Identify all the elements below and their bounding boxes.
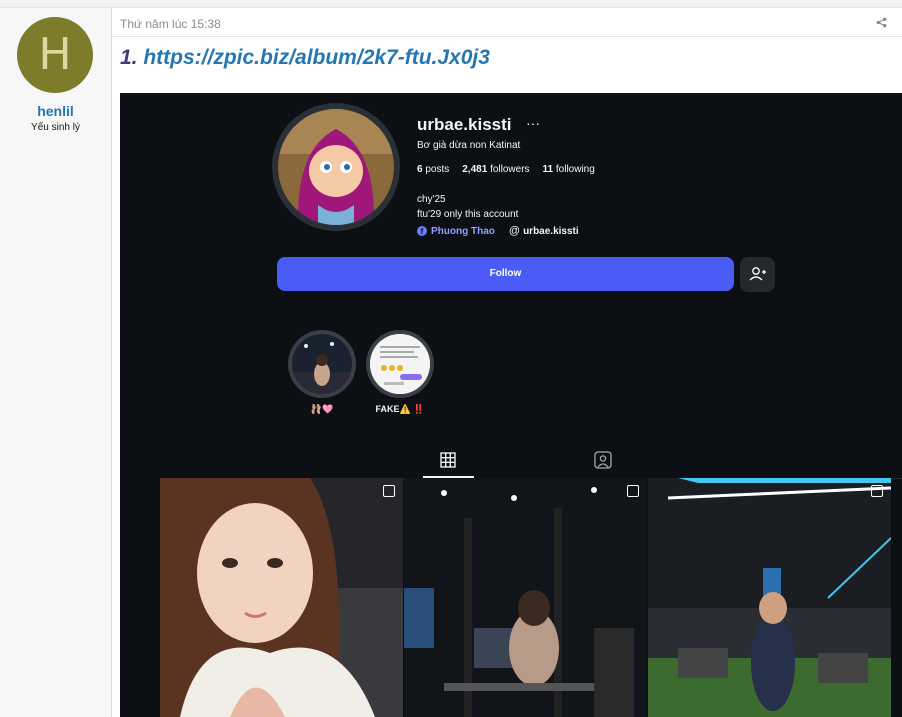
bio-line: chy'25 <box>417 194 446 205</box>
posts-label: posts <box>425 164 450 175</box>
post-thumbnail[interactable] <box>648 478 891 717</box>
ellipsis-icon[interactable]: ··· <box>526 115 540 131</box>
post-divider <box>112 36 902 37</box>
profile-links: f Phuong Thao @ urbae.kissti <box>417 225 579 237</box>
facebook-icon: f <box>417 226 427 236</box>
highlight-label: FAKE⚠️ ‼️ <box>375 404 425 414</box>
suggested-accounts-button[interactable] <box>740 257 775 292</box>
posts-count: 6 <box>417 164 423 175</box>
link-number: 1. <box>120 46 138 69</box>
add-person-icon <box>749 267 766 281</box>
username[interactable]: henlil <box>0 103 111 119</box>
bio-line: ftu'29 only this account <box>417 209 519 220</box>
avatar[interactable]: H <box>17 17 93 93</box>
post-author-column: H henlil Yếu sinh lý <box>0 8 112 717</box>
user-title: Yếu sinh lý <box>31 122 80 133</box>
post-thumbnail[interactable] <box>404 478 647 717</box>
follow-button[interactable]: Follow <box>277 257 734 291</box>
followers-count[interactable]: 2,481 <box>462 164 487 175</box>
following-label[interactable]: following <box>556 164 595 175</box>
embedded-screenshot: urbae.kissti ··· Bơ già dừa non Katinat … <box>120 93 902 717</box>
album-url[interactable]: https://zpic.biz/album/2k7-ftu.Jx0j3 <box>143 46 490 69</box>
browser-top-strip <box>0 0 902 8</box>
post-thumbnail[interactable] <box>160 478 403 717</box>
multiple-photos-icon <box>627 485 639 497</box>
profile-handle: urbae.kissti <box>417 115 512 134</box>
grid-icon[interactable] <box>440 452 456 473</box>
multiple-photos-icon <box>871 485 883 497</box>
profile-picture[interactable] <box>278 109 394 225</box>
profile-stats: 6 posts 2,481 followers 11 following <box>417 164 595 175</box>
album-link[interactable]: 1. https://zpic.biz/album/2k7-ftu.Jx0j3 <box>120 46 490 70</box>
followers-label[interactable]: followers <box>490 164 529 175</box>
story-highlight[interactable] <box>370 334 430 394</box>
story-highlight[interactable] <box>292 334 352 394</box>
tagged-icon[interactable] <box>594 451 612 474</box>
threads-icon: @ <box>508 225 521 237</box>
bio-name: Bơ già dừa non Katinat <box>417 140 521 151</box>
threads-link[interactable]: urbae.kissti <box>523 226 579 237</box>
post-time[interactable]: Thứ năm lúc 15:38 <box>120 17 221 31</box>
following-count[interactable]: 11 <box>543 164 554 175</box>
multiple-photos-icon <box>383 485 395 497</box>
highlight-label: 🩰🩷 <box>310 404 334 414</box>
share-icon[interactable] <box>876 17 887 31</box>
facebook-link[interactable]: Phuong Thao <box>431 226 495 237</box>
